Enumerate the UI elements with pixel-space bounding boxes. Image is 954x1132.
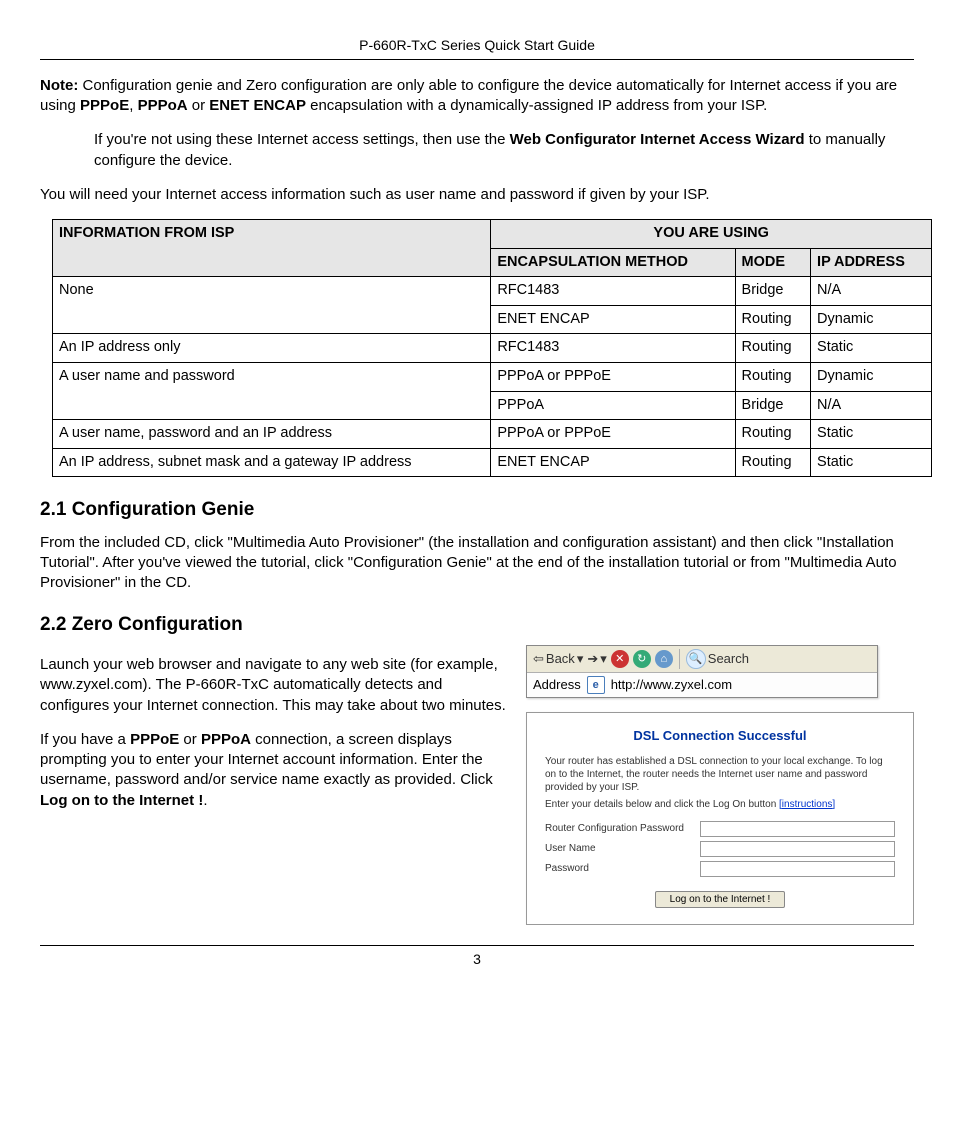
- page-number: 3: [40, 950, 914, 969]
- router-password-input[interactable]: [700, 821, 895, 837]
- back-label: Back: [546, 650, 575, 668]
- table-row: An IP address, subnet mask and a gateway…: [53, 448, 932, 477]
- page-header: P-660R-TxC Series Quick Start Guide: [40, 36, 914, 55]
- note-bold-pppoe: PPPoE: [80, 97, 129, 114]
- table-row: An IP address only RFC1483 Routing Stati…: [53, 334, 932, 363]
- dialog-title: DSL Connection Successful: [545, 727, 895, 745]
- header-divider: [40, 59, 914, 60]
- section-22-p2: If you have a PPPoE or PPPoA connection,…: [40, 730, 510, 811]
- th-encap: ENCAPSULATION METHOD: [491, 248, 735, 277]
- search-label: Search: [708, 650, 749, 668]
- intro-text: You will need your Internet access infor…: [40, 185, 914, 205]
- footer-divider: [40, 945, 914, 946]
- table-row: A user name, password and an IP address …: [53, 420, 932, 449]
- bold-logon: Log on to the Internet !: [40, 792, 203, 809]
- section-21-heading: 2.1 Configuration Genie: [40, 497, 914, 523]
- username-label: User Name: [545, 842, 700, 856]
- dialog-msg2: Enter your details below and click the L…: [545, 798, 895, 811]
- th-info: INFORMATION FROM ISP: [53, 220, 491, 277]
- note-bold-wizard: Web Configurator Internet Access Wizard: [510, 131, 805, 148]
- address-input[interactable]: http://www.zyxel.com: [611, 676, 871, 694]
- search-button[interactable]: 🔍 Search: [686, 649, 749, 669]
- home-icon[interactable]: ⌂: [655, 650, 673, 668]
- forward-button[interactable]: ➔ ▾: [587, 650, 606, 668]
- section-22-p1: Launch your web browser and navigate to …: [40, 655, 510, 716]
- chevron-down-icon: ▾: [577, 650, 584, 668]
- stop-icon[interactable]: ✕: [611, 650, 629, 668]
- note-bold-pppoa: PPPoA: [138, 97, 188, 114]
- note-block: Note: Configuration genie and Zero confi…: [40, 76, 914, 171]
- th-using: YOU ARE USING: [491, 220, 932, 249]
- table-row: A user name and password PPPoA or PPPoE …: [53, 362, 932, 391]
- isp-table: INFORMATION FROM ISP YOU ARE USING ENCAP…: [52, 219, 932, 477]
- ie-icon: e: [587, 676, 605, 694]
- note-text-2a: If you're not using these Internet acces…: [94, 131, 510, 148]
- note-text-1c: encapsulation with a dynamically-assigne…: [306, 97, 767, 114]
- note-label: Note:: [40, 77, 78, 94]
- back-arrow-icon: ⇦: [533, 650, 544, 668]
- forward-arrow-icon: ➔: [587, 650, 598, 668]
- instructions-link[interactable]: [instructions]: [779, 799, 835, 810]
- dsl-dialog: DSL Connection Successful Your router ha…: [526, 712, 914, 925]
- section-21-body: From the included CD, click "Multimedia …: [40, 533, 914, 594]
- refresh-icon[interactable]: ↻: [633, 650, 651, 668]
- section-22-heading: 2.2 Zero Configuration: [40, 612, 914, 638]
- bold-pppoe: PPPoE: [130, 731, 179, 748]
- password-label: Password: [545, 862, 700, 876]
- th-ip: IP ADDRESS: [811, 248, 932, 277]
- username-input[interactable]: [700, 841, 895, 857]
- back-button[interactable]: ⇦ Back ▾: [533, 650, 583, 668]
- address-label: Address: [533, 676, 581, 694]
- browser-toolbar: ⇦ Back ▾ ➔ ▾ ✕ ↻ ⌂ 🔍 Search Address: [526, 645, 878, 698]
- dialog-msg1: Your router has established a DSL connec…: [545, 755, 895, 794]
- logon-button[interactable]: Log on to the Internet !: [655, 891, 786, 908]
- password-input[interactable]: [700, 861, 895, 877]
- router-password-label: Router Configuration Password: [545, 822, 700, 836]
- bold-pppoa: PPPoA: [201, 731, 251, 748]
- th-mode: MODE: [735, 248, 811, 277]
- toolbar-separator: [679, 649, 680, 669]
- chevron-down-icon: ▾: [600, 650, 607, 668]
- note-bold-enet: ENET ENCAP: [209, 97, 306, 114]
- table-row: None RFC1483 Bridge N/A: [53, 277, 932, 306]
- search-icon: 🔍: [686, 649, 706, 669]
